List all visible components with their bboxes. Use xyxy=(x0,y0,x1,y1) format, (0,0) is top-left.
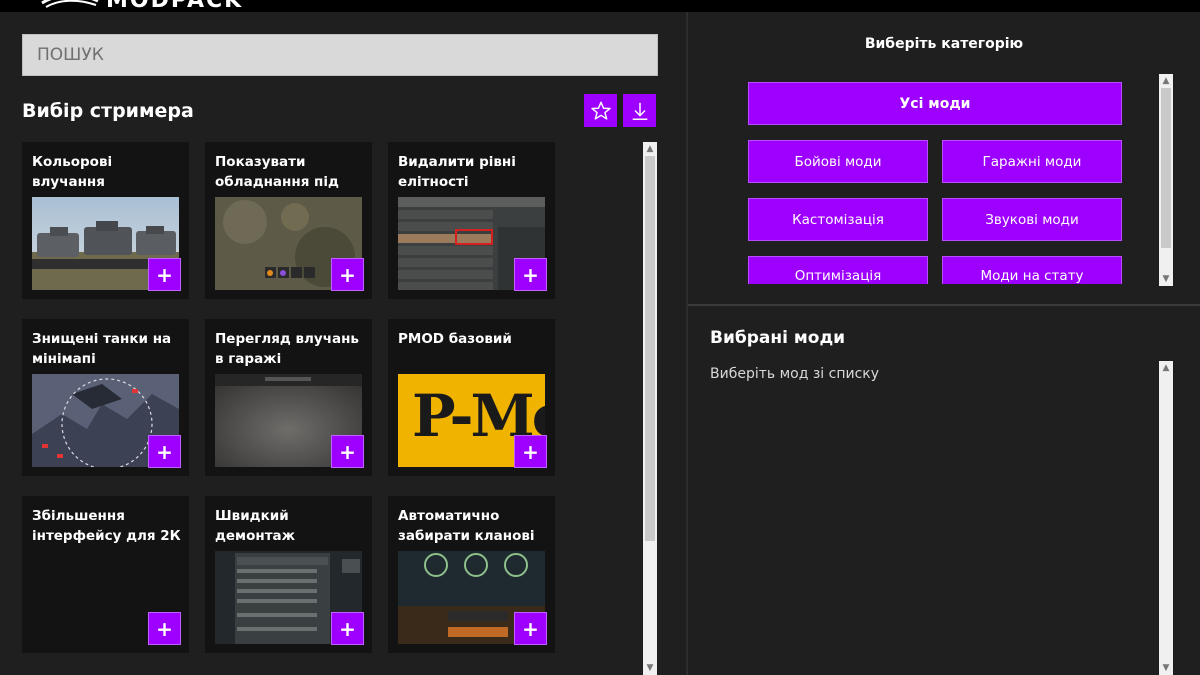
selected-mods-title: Вибрані моди xyxy=(710,328,846,348)
add-mod-button[interactable]: + xyxy=(331,435,364,468)
scroll-up-icon[interactable]: ▲ xyxy=(1159,74,1173,88)
mod-card[interactable]: Показувати обладнання під час б + xyxy=(205,142,372,299)
section-title: Вибір стримера xyxy=(22,100,194,122)
favorites-button[interactable] xyxy=(584,94,617,127)
add-mod-button[interactable]: + xyxy=(148,612,181,645)
mod-card-title: Автоматично забирати кланові xyxy=(398,508,535,544)
download-icon xyxy=(632,102,647,120)
mod-card[interactable]: Кольорові влучання + xyxy=(22,142,189,299)
search-input[interactable] xyxy=(37,45,657,65)
mods-grid: Кольорові влучання + Показувати обладнан… xyxy=(22,142,642,675)
category-sound-mods[interactable]: Звукові моди xyxy=(942,198,1122,241)
mods-panel: Вибір стримера Кольорові влучання xyxy=(0,12,686,675)
category-garage-mods[interactable]: Гаражні моди xyxy=(942,140,1122,183)
selected-mods-scrollbar[interactable]: ▲ ▼ xyxy=(1158,361,1174,675)
categories-title: Виберіть категорію xyxy=(864,36,1024,52)
category-battle-mods[interactable]: Бойові моди xyxy=(748,140,928,183)
add-mod-button[interactable]: + xyxy=(514,435,547,468)
star-icon xyxy=(590,101,611,120)
scroll-up-icon[interactable]: ▲ xyxy=(1159,361,1173,375)
scroll-down-icon[interactable]: ▼ xyxy=(1159,661,1173,675)
scroll-track[interactable] xyxy=(1159,88,1173,272)
add-mod-button[interactable]: + xyxy=(148,435,181,468)
scroll-down-icon[interactable]: ▼ xyxy=(643,661,657,675)
download-button[interactable] xyxy=(623,94,656,127)
mod-card[interactable]: PMOD базовий P-MoD + xyxy=(388,319,555,476)
scroll-track[interactable] xyxy=(1159,375,1173,661)
categories-list: Усі моди Бойові моди Гаражні моди Кастом… xyxy=(748,82,1122,284)
brand-text: MODPACK xyxy=(106,0,243,12)
mod-card-title: Збільшення інтерфейсу для 2К м xyxy=(32,508,181,544)
mod-card[interactable]: Автоматично забирати кланові + xyxy=(388,496,555,653)
mod-card[interactable]: Знищені танки на мінімапі + xyxy=(22,319,189,476)
category-customization[interactable]: Кастомізація xyxy=(748,198,928,241)
mods-scrollbar[interactable]: ▲ ▼ xyxy=(642,142,658,675)
mod-card-title: Кольорові влучання xyxy=(32,154,113,190)
category-optimization[interactable]: Оптимізація xyxy=(748,256,928,284)
categories-scrollbar[interactable]: ▲ ▼ xyxy=(1158,74,1174,286)
scroll-thumb[interactable] xyxy=(1161,88,1171,248)
mod-card-title: PMOD базовий xyxy=(398,331,512,347)
add-mod-button[interactable]: + xyxy=(148,258,181,291)
selected-mods-empty-text: Виберіть мод зі списку xyxy=(710,366,880,382)
mod-card[interactable]: Перегляд влучань в гаражі + xyxy=(205,319,372,476)
add-mod-button[interactable]: + xyxy=(514,612,547,645)
mod-card[interactable]: Швидкий демонтаж + xyxy=(205,496,372,653)
add-mod-button[interactable]: + xyxy=(514,258,547,291)
add-mod-button[interactable]: + xyxy=(331,258,364,291)
categories-panel: Виберіть категорію Усі моди Бойові моди … xyxy=(688,12,1200,304)
scroll-down-icon[interactable]: ▼ xyxy=(1159,272,1173,286)
selected-mods-panel: Вибрані моди Виберіть мод зі списку ▲ ▼ xyxy=(688,306,1200,675)
mod-card-title: Видалити рівні елітності xyxy=(398,154,516,190)
category-all-mods[interactable]: Усі моди xyxy=(748,82,1122,125)
scroll-thumb[interactable] xyxy=(645,156,655,541)
mod-card[interactable]: Видалити рівні елітності + xyxy=(388,142,555,299)
mod-card[interactable]: Збільшення інтерфейсу для 2К м + xyxy=(22,496,189,653)
add-mod-button[interactable]: + xyxy=(331,612,364,645)
brand-logo: MODPACK xyxy=(40,0,243,12)
mod-card-title: Показувати обладнання під час б xyxy=(215,154,339,190)
category-stats-mods[interactable]: Моди на стату xyxy=(942,256,1122,284)
mod-card-title: Знищені танки на мінімапі xyxy=(32,331,172,367)
search-bar[interactable] xyxy=(22,34,658,76)
mod-card-title: Швидкий демонтаж xyxy=(215,508,296,544)
mod-card-title: Перегляд влучань в гаражі xyxy=(215,331,359,367)
scroll-track[interactable] xyxy=(643,156,657,661)
scroll-up-icon[interactable]: ▲ xyxy=(643,142,657,156)
logo-swoosh-icon xyxy=(41,0,99,8)
top-bar: MODPACK xyxy=(0,0,1200,12)
